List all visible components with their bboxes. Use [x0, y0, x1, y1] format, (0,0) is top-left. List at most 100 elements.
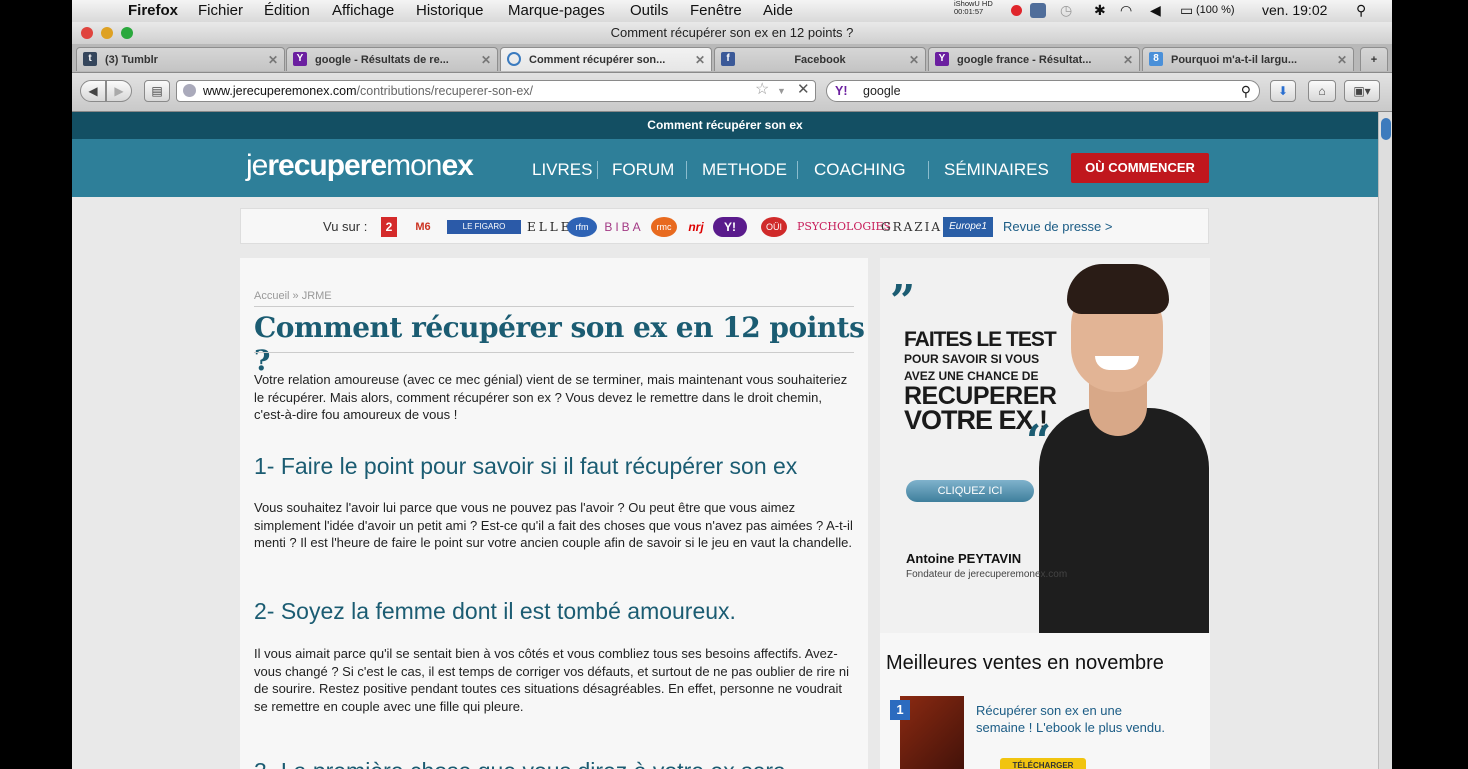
window-menu-button[interactable]: ▣▾ [1344, 80, 1380, 102]
record-icon[interactable] [1011, 5, 1022, 16]
facebook-icon: f [721, 52, 735, 66]
tab-google-results[interactable]: Y google - Résultats de re... ✕ [286, 47, 498, 71]
clock[interactable]: ven. 19:02 [1262, 2, 1327, 18]
ad-line-2: POUR SAVOIR SI VOUS [904, 352, 1040, 366]
tab-comment-recuperer[interactable]: Comment récupérer son... ✕ [500, 47, 712, 71]
bookmark-star-icon[interactable]: ☆ [755, 80, 769, 100]
yahoo-logo: Y! [713, 217, 747, 237]
menu-fenetre[interactable]: Fenêtre [690, 2, 742, 19]
downloads-button[interactable]: ⬇ [1270, 80, 1296, 102]
battery-icon[interactable]: ▭ [1180, 2, 1193, 19]
site-logo[interactable]: jerecuperemonex [246, 149, 474, 183]
spotlight-icon[interactable]: ⚲ [1356, 2, 1366, 19]
section1-heading: 1- Faire le point pour savoir si il faut… [254, 453, 798, 479]
wifi-icon[interactable]: ◠ [1120, 2, 1132, 19]
back-button[interactable]: ◀ [80, 80, 106, 102]
tab-close-icon[interactable]: ✕ [268, 48, 278, 71]
tab-close-icon[interactable]: ✕ [1123, 48, 1133, 71]
tab-close-icon[interactable]: ✕ [695, 48, 705, 71]
menu-marque-pages[interactable]: Marque-pages [508, 2, 605, 19]
plus-icon: + [1370, 54, 1378, 66]
ad-line-1: FAITES LE TEST [904, 328, 1057, 351]
biba-logo: BIBA [604, 220, 644, 234]
le-figaro-logo: LE FIGARO [447, 220, 521, 234]
minimize-window-icon[interactable] [101, 27, 113, 39]
new-tab-button[interactable]: + [1360, 47, 1388, 71]
quiz-ad[interactable]: ” FAITES LE TEST POUR SAVOIR SI VOUS AVE… [880, 258, 1210, 633]
menu-aide[interactable]: Aide [763, 2, 793, 19]
nav-divider [928, 161, 929, 179]
bestsellers-heading: Meilleures ventes en novembre [886, 652, 1164, 674]
loading-spinner-icon [507, 52, 521, 66]
tab-facebook[interactable]: f Facebook ✕ [714, 47, 926, 71]
press-bar: Vu sur : 2 M6 LE FIGARO ELLE rfm BIBA rm… [240, 208, 1209, 244]
search-icon[interactable]: ⚲ [1241, 81, 1251, 101]
nav-coaching[interactable]: COACHING [814, 160, 906, 180]
battery-label: (100 %) [1196, 4, 1235, 16]
menu-app[interactable]: Firefox [128, 2, 178, 19]
nav-methode[interactable]: METHODE [702, 160, 787, 180]
ou-commencer-button[interactable]: OÙ COMMENCER [1071, 153, 1209, 183]
volume-icon[interactable]: ◀ [1150, 2, 1161, 19]
scrollbar-thumb[interactable] [1381, 118, 1391, 140]
vertical-scrollbar[interactable] [1378, 112, 1392, 769]
tab-close-icon[interactable]: ✕ [1337, 48, 1347, 71]
menu-historique[interactable]: Historique [416, 2, 484, 19]
globe-icon [183, 84, 196, 97]
nav-forum[interactable]: FORUM [612, 160, 674, 180]
search-bar[interactable]: Y! google ⚲ [826, 80, 1260, 102]
menu-edition[interactable]: Édition [264, 2, 310, 19]
tab-tumblr[interactable]: t (3) Tumblr ✕ [76, 47, 285, 71]
download-button[interactable]: TÉLÉCHARGER [1000, 758, 1086, 769]
sidebar-toggle-button[interactable]: ▤ [144, 80, 170, 102]
nav-divider [597, 161, 598, 179]
tab-close-icon[interactable]: ✕ [909, 48, 919, 71]
search-engine-icon[interactable]: Y! [835, 81, 848, 101]
menu-affichage[interactable]: Affichage [332, 2, 394, 19]
stop-icon[interactable]: ✕ [797, 80, 810, 100]
europe1-logo: Europe1 [943, 217, 993, 237]
url-dropdown-icon[interactable]: ▼ [777, 81, 786, 101]
nav-divider [686, 161, 687, 179]
doctissimo-icon: 8 [1149, 52, 1163, 66]
yahoo-icon: Y [935, 52, 949, 66]
breadcrumb[interactable]: Accueil » JRME [254, 290, 332, 302]
article: Accueil » JRME Comment récupérer son ex … [240, 258, 868, 769]
menu-fichier[interactable]: Fichier [198, 2, 243, 19]
close-window-icon[interactable] [81, 27, 93, 39]
section2-paragraph: Il vous aimait parce qu'il se sentait bi… [254, 646, 850, 714]
nav-seminaires[interactable]: SÉMINAIRES [944, 160, 1049, 180]
founder-name: Antoine PEYTAVIN [906, 551, 1022, 566]
bluetooth-icon[interactable]: ✱ [1094, 2, 1106, 19]
top-strip: Comment récupérer son ex [72, 112, 1378, 139]
elle-logo: ELLE [527, 220, 573, 234]
nav-livres[interactable]: LIVRES [532, 160, 592, 180]
tab-close-icon[interactable]: ✕ [481, 48, 491, 71]
psychologies-logo: PSYCHOLOGIES [797, 220, 892, 233]
time-machine-icon[interactable]: ◷ [1060, 2, 1072, 19]
tab-google-france[interactable]: Y google france - Résultat... ✕ [928, 47, 1140, 71]
url-bar[interactable]: www.jerecuperemonex.com/contributions/re… [176, 80, 816, 102]
divider [254, 352, 854, 353]
zoom-window-icon[interactable] [121, 27, 133, 39]
search-input[interactable]: google [863, 81, 901, 101]
cliquez-ici-button[interactable]: CLIQUEZ ICI [906, 480, 1034, 502]
menu-outils[interactable]: Outils [630, 2, 668, 19]
app-status-icon[interactable] [1030, 3, 1046, 18]
menu-bar: Firefox Fichier Édition Affichage Histor… [72, 0, 1392, 23]
rank-badge: 1 [890, 700, 910, 720]
nav-divider [797, 161, 798, 179]
press-review-link[interactable]: Revue de presse > [1003, 219, 1112, 234]
m6-logo: M6 [415, 221, 431, 233]
book-link[interactable]: Récupérer son ex en une semaine ! L'eboo… [976, 702, 1166, 736]
screen: Firefox Fichier Édition Affichage Histor… [72, 0, 1392, 769]
download-arrow-icon: ⬇ [1277, 84, 1289, 98]
home-button[interactable]: ⌂ [1308, 80, 1336, 102]
open-quote-icon: ” [890, 276, 916, 327]
forward-button[interactable]: ▶ [106, 80, 132, 102]
book-cover[interactable]: 1 [890, 696, 964, 769]
nav-toolbar: ◀ ▶ ▤ www.jerecuperemonex.com/contributi… [72, 73, 1392, 112]
section1-paragraph: Vous souhaitez l'avoir lui parce que vou… [254, 500, 853, 550]
tab-pourquoi[interactable]: 8 Pourquoi m'a-t-il largu... ✕ [1142, 47, 1354, 71]
nrj-logo: nrj [688, 220, 704, 234]
